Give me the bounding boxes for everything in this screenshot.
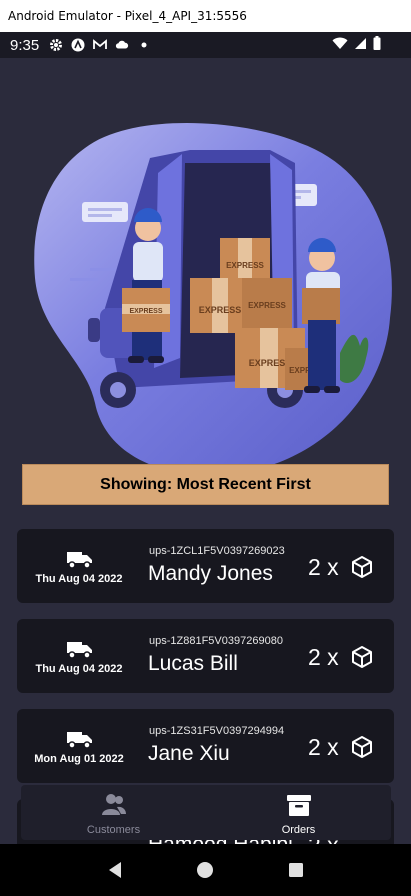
order-card[interactable]: Thu Aug 04 2022 ups-1Z881F5V0397269080 L…: [17, 619, 394, 693]
android-navigation-bar: [0, 844, 411, 896]
package-box-icon: [352, 646, 372, 668]
order-card[interactable]: Thu Aug 04 2022 ups-1ZCL1F5V0397269023 M…: [17, 529, 394, 603]
status-right-icons: [332, 36, 381, 54]
nav-label-orders: Orders: [281, 824, 316, 836]
svg-text:EXPRESS: EXPRESS: [248, 301, 286, 310]
tracking-number: ups-1ZCL1F5V0397269023: [149, 545, 285, 557]
window-title: Android Emulator - Pixel_4_API_31:5556: [8, 9, 247, 23]
recents-square-icon[interactable]: [288, 862, 304, 878]
svg-text:EXPRESS: EXPRESS: [199, 305, 242, 315]
order-quantity: 2 x: [308, 554, 339, 580]
app-screen: EXPRESS EXPRESS EXPRESS EXPRESS EXPRESS …: [0, 58, 411, 844]
home-circle-icon[interactable]: [196, 861, 214, 879]
delivery-truck-icon: [67, 732, 92, 749]
svg-text:EXPRESS: EXPRESS: [129, 308, 162, 315]
nav-item-customers[interactable]: Customers: [21, 785, 206, 840]
gmail-icon: [93, 38, 108, 52]
orders-box-icon: [286, 795, 311, 816]
cloud-icon: [115, 38, 129, 52]
order-quantity: 2 x: [308, 734, 339, 760]
order-quantity: 2 x: [308, 644, 339, 670]
delivery-truck-icon: [67, 642, 92, 659]
customer-name: Jane Xiu: [148, 742, 230, 765]
package-box-icon: [352, 736, 372, 758]
sort-filter-button[interactable]: Showing: Most Recent First: [22, 464, 389, 505]
tracking-number: ups-1Z881F5V0397269080: [149, 635, 283, 647]
customer-name: Mandy Jones: [148, 562, 273, 585]
emulator-title-bar: Android Emulator - Pixel_4_API_31:5556: [0, 0, 411, 32]
customers-icon: [101, 794, 126, 815]
notification-dot-icon: [137, 38, 151, 52]
nav-label-customers: Customers: [86, 824, 141, 836]
app-a-icon: [71, 38, 85, 52]
battery-icon: [373, 36, 381, 54]
delivery-truck-icon: [67, 552, 92, 569]
delivery-hero-illustration: EXPRESS EXPRESS EXPRESS EXPRESS EXPRESS …: [34, 123, 392, 475]
bottom-navigation: Customers Orders: [21, 785, 391, 840]
back-triangle-icon[interactable]: [107, 861, 123, 879]
order-card[interactable]: Mon Aug 01 2022 ups-1ZS31F5V0397294994 J…: [17, 709, 394, 783]
customer-name: Lucas Bill: [148, 652, 238, 675]
status-time: 9:35: [10, 36, 40, 54]
svg-text:EXPRESS: EXPRESS: [226, 261, 264, 270]
package-box-icon: [352, 556, 372, 578]
tracking-number: ups-1ZS31F5V0397294994: [149, 725, 285, 737]
wifi-icon: [332, 36, 348, 54]
status-bar: 9:35: [0, 32, 411, 58]
order-date: Thu Aug 04 2022: [35, 573, 123, 585]
svg-text:EXPRESS: EXPRESS: [249, 358, 292, 368]
signal-icon: [354, 36, 367, 54]
nav-item-orders[interactable]: Orders: [206, 785, 391, 840]
order-date: Thu Aug 04 2022: [35, 663, 123, 675]
order-date: Mon Aug 01 2022: [34, 753, 124, 765]
sort-filter-label: Showing: Most Recent First: [100, 475, 311, 493]
settings-gear-icon: [49, 38, 63, 52]
